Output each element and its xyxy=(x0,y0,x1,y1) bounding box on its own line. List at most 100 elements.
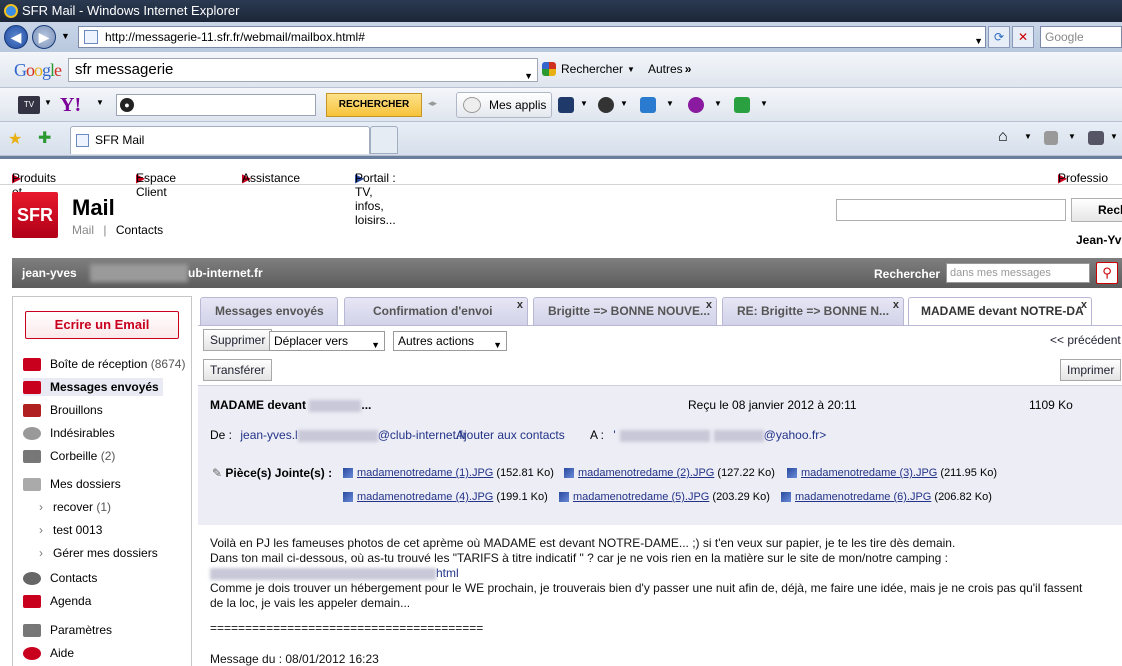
chevron-down-icon[interactable]: ▼ xyxy=(524,65,533,87)
to-address-link[interactable]: ' @yahoo.fr> xyxy=(613,428,826,442)
printer-icon[interactable] xyxy=(1088,131,1104,145)
chevron-down-icon[interactable]: ▼ xyxy=(580,99,588,108)
chevron-down-icon[interactable]: ▼ xyxy=(1110,132,1118,141)
google-more-button[interactable]: Autres » xyxy=(648,62,691,76)
compose-email-button[interactable]: Ecrire un Email xyxy=(25,311,179,339)
sidebar-item-trash[interactable]: Corbeille (2) xyxy=(23,447,115,465)
from-address-link[interactable]: jean-yves.l @club-internet.fr xyxy=(240,428,466,442)
chevron-down-icon[interactable]: ▼ xyxy=(96,98,104,107)
add-contact-link[interactable]: Ajouter aux contacts xyxy=(456,428,565,442)
search-button[interactable]: ⚲ xyxy=(1096,262,1118,284)
subnav-mail-link[interactable]: Mail xyxy=(72,223,94,237)
browser-tab-sfr-mail[interactable]: SFR Mail xyxy=(70,126,370,154)
image-file-icon xyxy=(343,468,353,479)
image-file-icon xyxy=(787,468,797,479)
body-line: Comme je dois trouver un hébergement pou… xyxy=(210,581,1083,595)
back-button[interactable]: ◀ xyxy=(4,25,28,49)
sidebar-item-inbox[interactable]: Boîte de réception (8674) xyxy=(23,355,185,373)
chevron-down-icon: ▼ xyxy=(493,340,502,350)
star-favorites-icon[interactable]: ★ xyxy=(8,129,22,149)
move-to-select[interactable]: Déplacer vers ▼ xyxy=(269,331,385,351)
body-link-line[interactable]: html xyxy=(210,566,459,580)
drafts-icon xyxy=(23,404,41,418)
sidebar-item-settings[interactable]: Paramètres xyxy=(23,621,112,639)
yahoo-search-input[interactable]: ● xyxy=(116,94,316,116)
address-bar[interactable]: http://messagerie-11.sfr.fr/webmail/mail… xyxy=(78,26,986,48)
sidebar-item-my-folders[interactable]: Mes dossiers xyxy=(23,475,121,493)
subnav-contacts-link[interactable]: Contacts xyxy=(116,223,163,237)
sidebar-item-spam[interactable]: Indésirables xyxy=(23,424,115,442)
body-line: de la loc, je vais les appeler demain... xyxy=(210,596,411,610)
image-file-icon xyxy=(564,468,574,479)
tab-close-icon[interactable]: x xyxy=(893,298,899,318)
rss-icon[interactable] xyxy=(1044,131,1058,145)
google-search-button[interactable]: Rechercher ▼ xyxy=(542,62,635,76)
tab-madame[interactable]: MADAME devant NOTRE-DA x xyxy=(908,297,1092,325)
messenger-icon[interactable] xyxy=(688,97,704,113)
refresh-button[interactable]: ⟳ xyxy=(988,26,1010,48)
refresh-icon: ⟳ xyxy=(993,30,1005,44)
yahoo-logo-icon[interactable]: Y! xyxy=(60,94,81,117)
attachment-item[interactable]: madamenotredame (1).JPG (152.81 Ko) xyxy=(343,467,554,479)
attachment-item[interactable]: madamenotredame (2).JPG (127.22 Ko) xyxy=(564,467,775,479)
record-icon[interactable] xyxy=(598,97,614,113)
chevron-down-icon: ▼ xyxy=(627,64,635,74)
message-search-input[interactable]: dans mes messages xyxy=(946,263,1090,283)
site-search-button[interactable]: Rech xyxy=(1071,198,1122,222)
forward-button-mail[interactable]: Transférer xyxy=(203,359,272,381)
history-dropdown-icon[interactable]: ▼ xyxy=(61,31,70,41)
sidebar-item-calendar[interactable]: Agenda xyxy=(23,592,91,610)
stop-button[interactable]: ✕ xyxy=(1012,26,1034,48)
chevron-down-icon[interactable]: ▼ xyxy=(760,99,768,108)
media-player-icon[interactable] xyxy=(558,97,574,113)
widget-icon[interactable] xyxy=(734,97,750,113)
tab-close-icon[interactable]: x xyxy=(1081,298,1087,318)
sidebar-item-manage-folders[interactable]: › Gérer mes dossiers xyxy=(39,544,158,562)
arrow-left-icon: ◀ xyxy=(10,29,22,45)
previous-message-link[interactable]: << précédent xyxy=(1050,333,1121,347)
sidebar-item-sent[interactable]: Messages envoyés xyxy=(23,378,163,396)
sidebar-item-drafts[interactable]: Brouillons xyxy=(23,401,103,419)
tab-messages-envoyes[interactable]: Messages envoyés xyxy=(200,297,338,325)
tab-brigitte[interactable]: Brigitte => BONNE NOUVE... x xyxy=(533,297,717,325)
attachment-item[interactable]: madamenotredame (4).JPG (199.1 Ko) xyxy=(343,491,548,503)
forward-button[interactable]: ▶ xyxy=(32,25,56,49)
tab-divider xyxy=(198,325,1122,326)
redacted-block xyxy=(309,399,362,412)
delete-button[interactable]: Supprimer xyxy=(203,329,273,351)
mail-icon[interactable] xyxy=(640,97,656,113)
sidebar-item-help[interactable]: Aide xyxy=(23,644,74,662)
attachment-item[interactable]: madamenotredame (5).JPG (203.29 Ko) xyxy=(559,491,770,503)
home-icon[interactable]: ⌂ xyxy=(998,128,1008,146)
yahoo-search-button[interactable]: RECHERCHER xyxy=(326,93,422,117)
attachment-item[interactable]: madamenotredame (6).JPG (206.82 Ko) xyxy=(781,491,992,503)
google-search-input[interactable]: sfr messagerie ▼ xyxy=(68,58,538,82)
google-icon xyxy=(542,62,556,76)
address-dropdown-icon[interactable]: ▼ xyxy=(974,31,983,51)
attachment-item[interactable]: madamenotredame (3).JPG (211.95 Ko) xyxy=(787,467,997,479)
redacted-block xyxy=(210,567,436,580)
tab-close-icon[interactable]: x xyxy=(517,298,523,318)
browser-search-input[interactable]: Google xyxy=(1040,26,1122,48)
mes-applis-button[interactable]: Mes applis xyxy=(456,92,552,118)
tv-icon[interactable]: TV xyxy=(18,96,40,114)
tab-confirmation[interactable]: Confirmation d'envoi x xyxy=(344,297,528,325)
chevron-down-icon[interactable]: ▼ xyxy=(714,99,722,108)
print-button[interactable]: Imprimer xyxy=(1060,359,1122,381)
chevron-down-icon[interactable]: ▼ xyxy=(44,98,52,107)
other-actions-select[interactable]: Autres actions ▼ xyxy=(393,331,507,351)
new-tab-button[interactable] xyxy=(370,126,398,154)
mail-subnav: Mail | Contacts xyxy=(72,223,164,237)
add-favorite-icon[interactable]: ✚ xyxy=(38,128,51,148)
chevron-down-icon[interactable]: ▼ xyxy=(620,99,628,108)
tab-re-brigitte[interactable]: RE: Brigitte => BONNE N... x xyxy=(722,297,904,325)
sidebar-item-test[interactable]: › test 0013 xyxy=(39,521,102,539)
sidebar-item-recover[interactable]: › recover (1) xyxy=(39,498,111,516)
site-search-input[interactable] xyxy=(836,199,1066,221)
tab-close-icon[interactable]: x xyxy=(706,298,712,318)
sfr-logo[interactable]: SFR xyxy=(12,192,58,238)
chevron-down-icon[interactable]: ▼ xyxy=(1068,132,1076,141)
sidebar-item-contacts[interactable]: Contacts xyxy=(23,569,97,587)
chevron-down-icon[interactable]: ▼ xyxy=(666,99,674,108)
chevron-down-icon[interactable]: ▼ xyxy=(1024,132,1032,141)
